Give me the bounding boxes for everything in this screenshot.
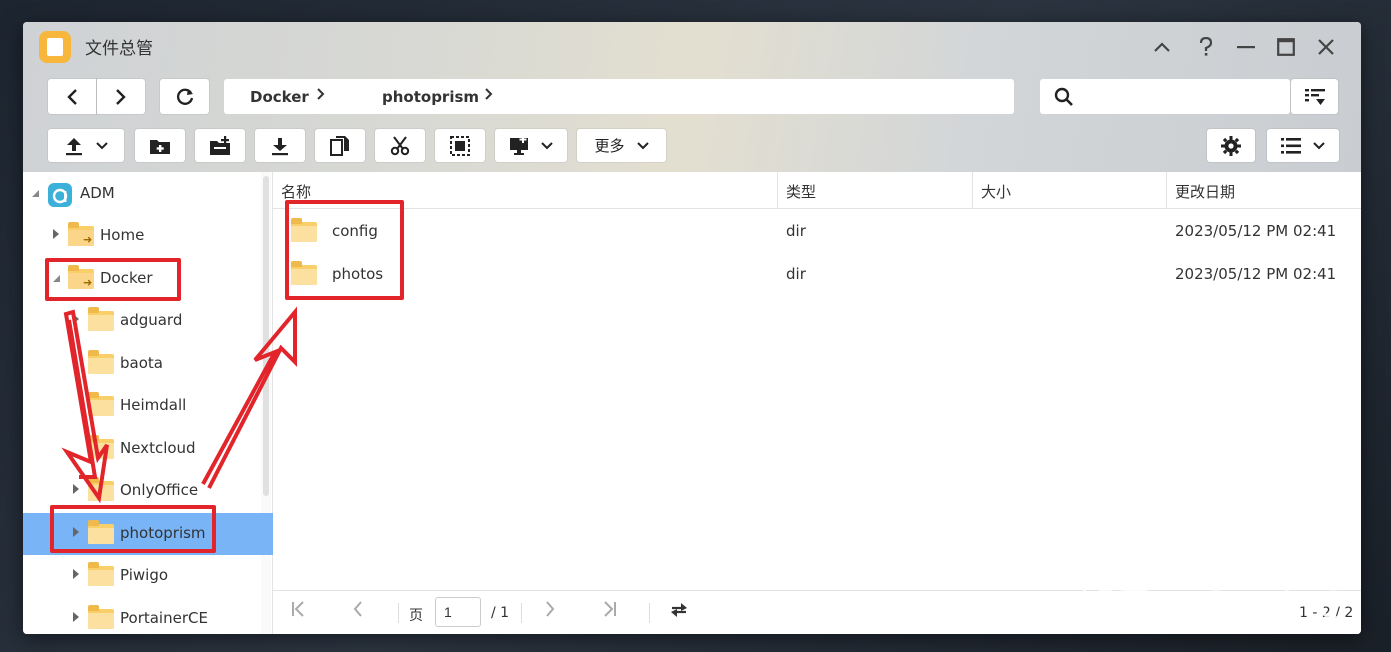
annotation-arrows [61,306,297,504]
watermark: 知乎 @Stark-C [1078,584,1345,628]
file-manager-window: 文件总管 Docker photoprism 更多 ADM ➜ Home ➜ D… [23,22,1361,634]
